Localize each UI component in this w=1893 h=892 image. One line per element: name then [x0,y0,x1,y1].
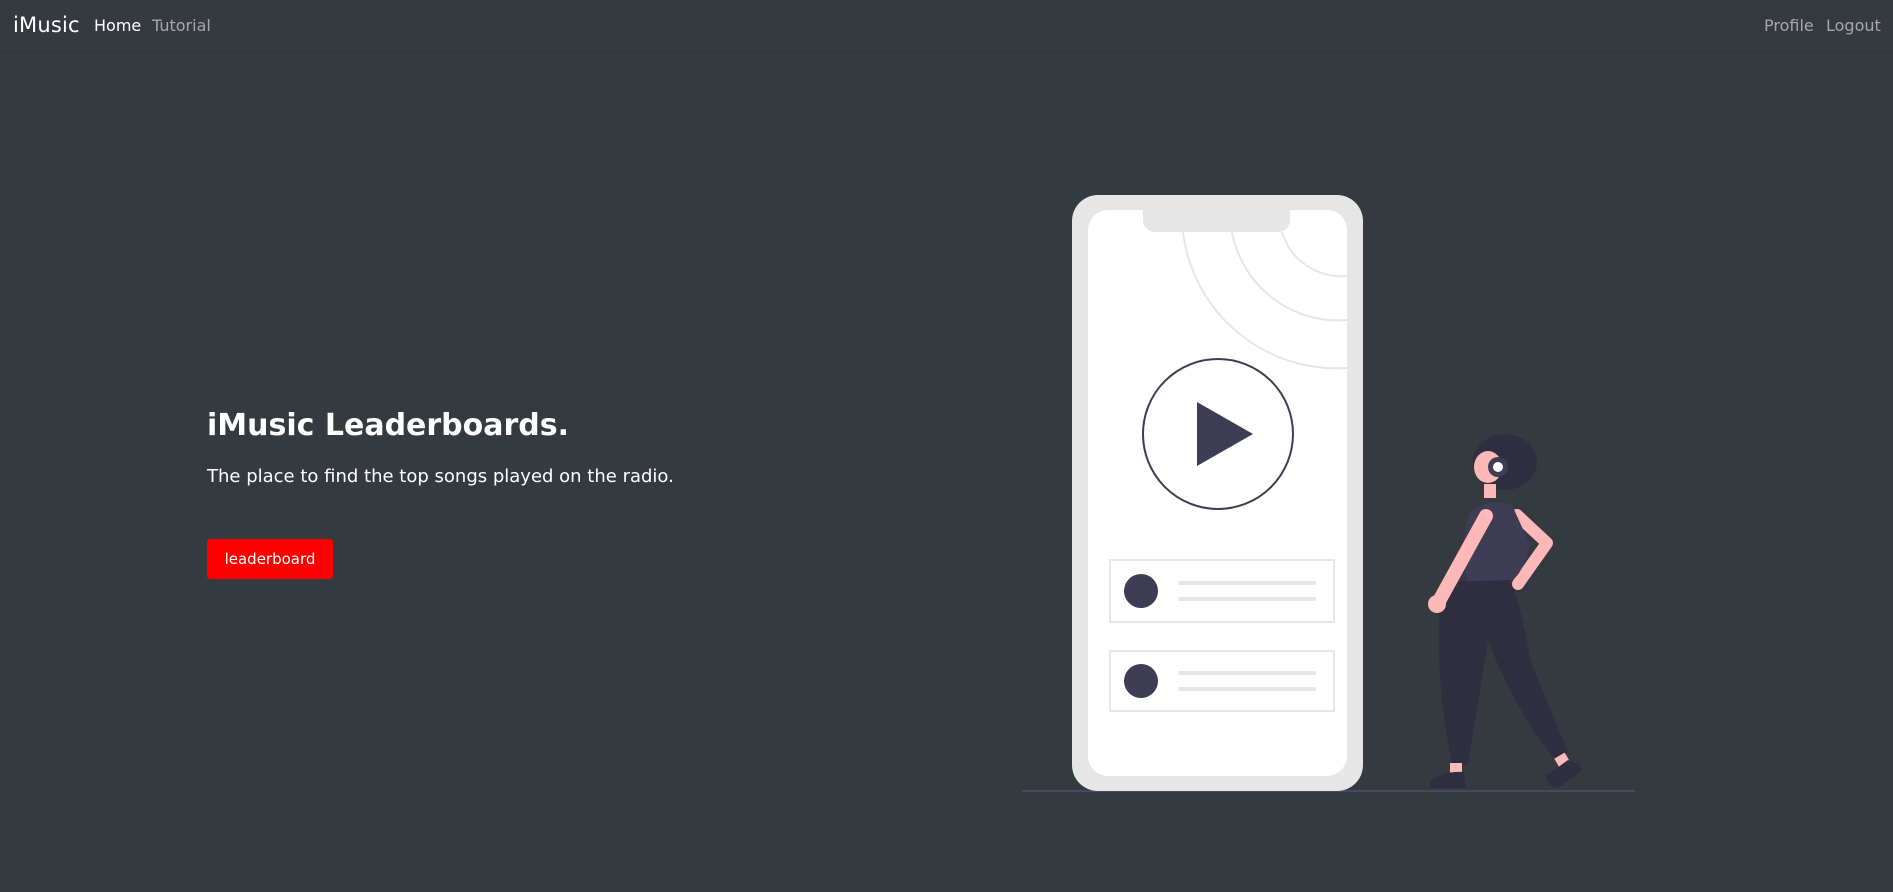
nav-link-home[interactable]: Home [94,16,141,35]
nav-link-tutorial[interactable]: Tutorial [152,16,211,35]
woman-figure [1428,434,1582,788]
nav-link-profile[interactable]: Profile [1764,16,1814,35]
brand-logo[interactable]: iMusic [13,13,80,37]
music-app-illustration [1022,195,1635,792]
nav-link-logout[interactable]: Logout [1826,16,1881,35]
headphones-icon [1488,457,1508,477]
track-card-2 [1109,650,1335,712]
leaderboard-button[interactable]: leaderboard [207,539,333,579]
navbar: iMusic Home Tutorial Profile Logout [0,0,1893,52]
hero-subtitle: The place to find the top songs played o… [207,466,674,487]
phone-notch [1143,210,1290,232]
hero-title: iMusic Leaderboards. [207,408,570,443]
track-card-1 [1109,559,1335,623]
